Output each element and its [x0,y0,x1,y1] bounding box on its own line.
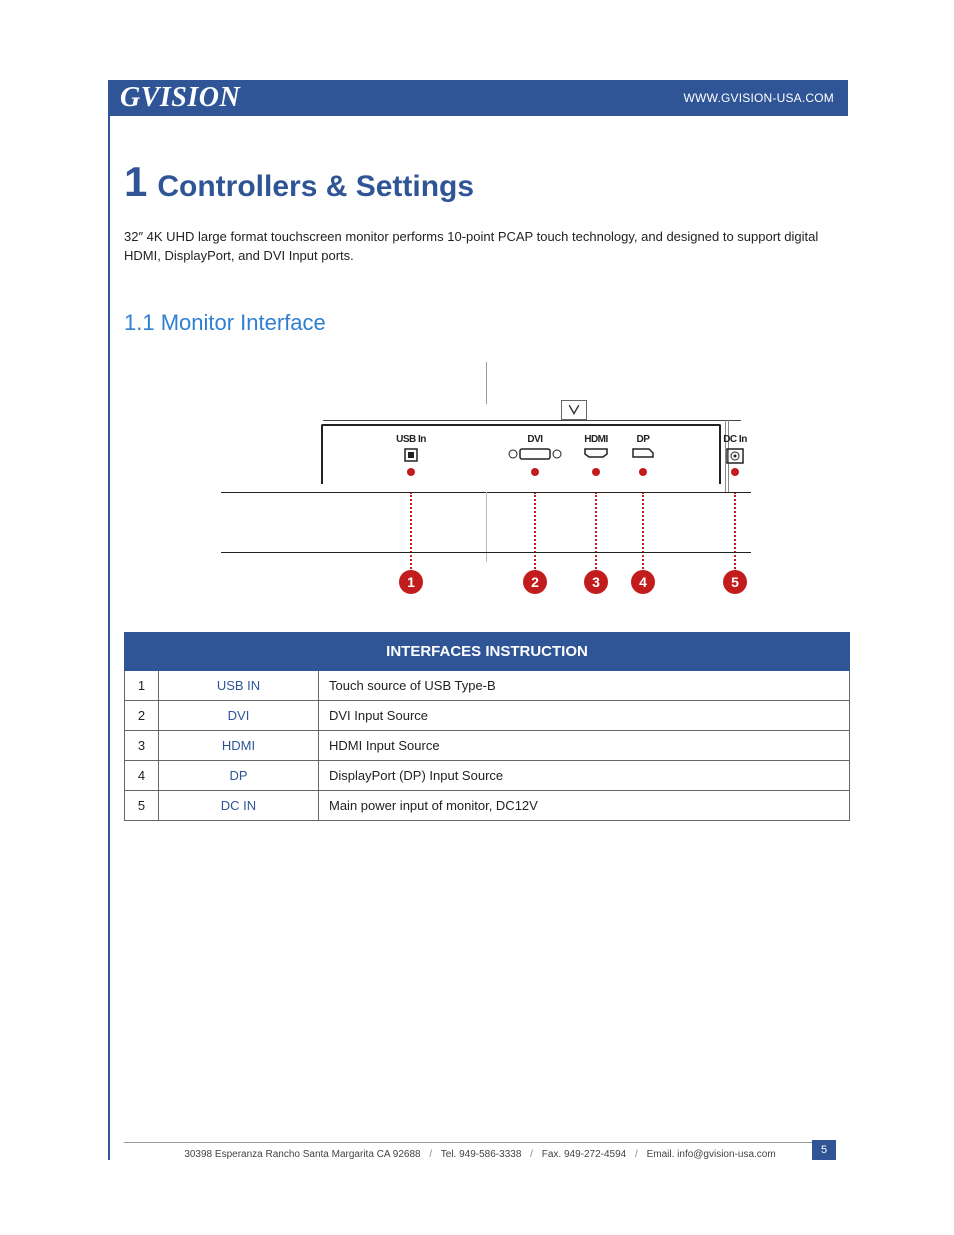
port-indicator-led [407,468,415,476]
interface-diagram: USB In DVI HDMI DP DC In 1 2 34 5 [221,362,751,602]
content-area: 1 Controllers & Settings 32″ 4K UHD larg… [110,158,848,821]
dc-jack-icon [725,447,745,465]
table-title: INTERFACES INSTRUCTION [125,632,850,670]
row-description: DVI Input Source [319,700,850,730]
callout-number: 2 [523,570,547,594]
footer-fax: Fax. 949-272-4594 [542,1149,627,1160]
intro-paragraph: 32″ 4K UHD large format touchscreen moni… [124,228,824,266]
table-row: 1USB INTouch source of USB Type-B [125,670,850,700]
centerline-top [486,362,487,404]
row-number: 1 [125,670,159,700]
callout-line [595,492,597,572]
port-label: USB In [389,434,433,445]
table-row: 3HDMIHDMI Input Source [125,730,850,760]
port-label: DC In [719,434,751,445]
interfaces-table: INTERFACES INSTRUCTION 1USB INTouch sour… [124,632,850,821]
dvi-icon [507,447,563,461]
callout-number: 5 [723,570,747,594]
vesa-arrow-icon [561,400,587,420]
port-indicator-led [639,468,647,476]
callout-number: 3 [584,570,608,594]
row-interface-name: DP [159,760,319,790]
footer-email: Email. info@gvision-usa.com [647,1149,776,1160]
callout-line [534,492,536,572]
footer-text: 30398 Esperanza Rancho Santa Margarita C… [184,1149,775,1160]
row-number: 5 [125,790,159,820]
callout-line [642,492,644,572]
footer-address: 30398 Esperanza Rancho Santa Margarita C… [184,1149,420,1160]
row-description: HDMI Input Source [319,730,850,760]
displayport-icon [631,447,655,459]
diagram-rule-2 [221,552,751,553]
usb-b-icon [400,447,422,465]
header-bar: GVISION WWW.GVISION-USA.COM [110,80,848,116]
callout-line [734,492,736,572]
row-interface-name: DC IN [159,790,319,820]
chapter-title: Controllers & Settings [157,170,474,204]
row-interface-name: DVI [159,700,319,730]
callout-number: 4 [631,570,655,594]
port-indicator-led [531,468,539,476]
section-title: 1.1 Monitor Interface [124,310,848,336]
page-number: 5 [812,1140,836,1160]
table-row: 2DVIDVI Input Source [125,700,850,730]
footer-tel: Tel. 949-586-3338 [441,1149,522,1160]
header-url: WWW.GVISION-USA.COM [684,91,834,105]
row-interface-name: USB IN [159,670,319,700]
callout-number: 1 [399,570,423,594]
row-number: 4 [125,760,159,790]
row-description: Main power input of monitor, DC12V [319,790,850,820]
port-dc-in: DC In [719,434,751,470]
port-label: DP [629,434,657,445]
chapter-heading: 1 Controllers & Settings [124,158,848,206]
footer: 30398 Esperanza Rancho Santa Margarita C… [124,1142,836,1160]
port-label: DVI [505,434,565,445]
toprule [323,420,741,421]
hdmi-icon [583,447,609,459]
port-hdmi: HDMI [579,434,613,464]
brand-logo: GVISION [120,84,240,112]
port-indicator-led [731,468,739,476]
table-row: 5DC INMain power input of monitor, DC12V [125,790,850,820]
row-description: Touch source of USB Type-B [319,670,850,700]
table-row: 4DPDisplayPort (DP) Input Source [125,760,850,790]
row-number: 3 [125,730,159,760]
port-dp: DP [629,434,657,464]
port-usb-in: USB In [389,434,433,470]
row-interface-name: HDMI [159,730,319,760]
port-indicator-led [592,468,600,476]
chapter-number: 1 [124,158,147,206]
page: GVISION WWW.GVISION-USA.COM 1 Controller… [108,80,848,1160]
port-dvi: DVI [505,434,565,466]
row-number: 2 [125,700,159,730]
callout-line [410,492,412,572]
port-label: HDMI [579,434,613,445]
row-description: DisplayPort (DP) Input Source [319,760,850,790]
